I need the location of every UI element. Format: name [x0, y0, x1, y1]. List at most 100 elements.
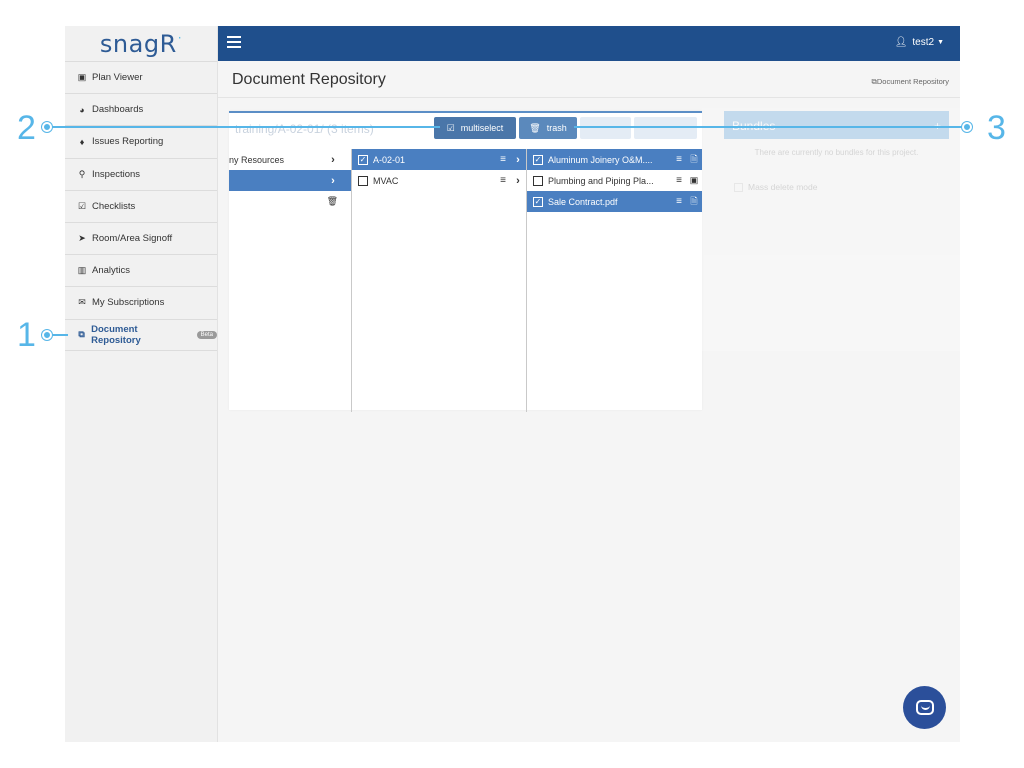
list-item[interactable]: ✓ Sale Contract.pdf ≡ 🗎︎: [527, 191, 702, 212]
trash-icon: 🗑︎: [529, 122, 541, 133]
main-content: Document Repository ⧉Document Repository…: [218, 61, 960, 742]
sidebar-item-label: Inspections: [92, 168, 141, 180]
callout-dot-2: [42, 122, 52, 132]
sidebar: snag R · ▣ Plan Viewer ◕ Dashboards ♦ Issu…: [65, 26, 218, 742]
sidebar-item-document-repository[interactable]: ⧉ Document Repository Beta: [65, 318, 217, 351]
disabled-toolbar-button[interactable]: [580, 117, 631, 139]
add-icon[interactable]: +: [934, 119, 941, 133]
copy-icon: ⧉: [78, 329, 85, 340]
image-file-icon: ▣: [689, 175, 699, 185]
sidebar-item-my-subscriptions[interactable]: ✉ My Subscriptions: [65, 286, 217, 318]
brand-logo[interactable]: snag R ·: [65, 26, 217, 61]
app-window: snag R · ▣ Plan Viewer ◕ Dashboards ♦ Issu…: [65, 26, 960, 742]
multiselect-label: multiselect: [460, 123, 504, 133]
page-title: Document Repository: [232, 71, 386, 88]
chevron-right-icon[interactable]: ›: [325, 175, 341, 187]
pdf-file-icon: 🗎︎: [690, 195, 698, 206]
callout-dot-1: [42, 330, 52, 340]
file-browser: training/A-02-01/ (3 items) ☑ multiselec…: [229, 111, 702, 412]
sidebar-item-label: Dashboards: [92, 104, 144, 116]
pdf-file-icon: 🗎︎: [690, 153, 698, 164]
chevron-right-icon[interactable]: ›: [510, 175, 526, 187]
trash-button[interactable]: 🗑︎ trash: [519, 117, 577, 139]
item-name: Aluminum Joinery O&M....: [548, 154, 653, 165]
menu-icon[interactable]: ≡: [496, 175, 510, 186]
list-item[interactable]: ›: [229, 170, 351, 191]
envelope-icon: ✉: [78, 297, 86, 308]
file-column: ✓ Aluminum Joinery O&M.... ≡ 🗎︎ Plumbing…: [527, 149, 702, 412]
callout-line-2: [46, 126, 440, 128]
chevron-right-icon[interactable]: ›: [510, 154, 526, 166]
delete-row: 🗑︎: [229, 191, 351, 211]
disabled-upload-button[interactable]: [634, 117, 697, 139]
checkbox-unchecked[interactable]: [358, 175, 368, 186]
chevron-right-icon[interactable]: ›: [325, 154, 341, 166]
location-arrow-icon: ➤: [78, 233, 86, 244]
menu-icon[interactable]: ≡: [496, 154, 510, 165]
multiselect-button[interactable]: ☑ multiselect: [434, 117, 516, 139]
callout-dot-3: [962, 122, 972, 132]
bundles-panel: Bundles + There are currently no bundles…: [702, 108, 960, 351]
sidebar-item-room-area-signoff[interactable]: ➤ Room/Area Signoff: [65, 221, 217, 254]
list-item[interactable]: ny Resources ›: [229, 149, 351, 170]
breadcrumb[interactable]: ⧉Document Repository: [872, 77, 949, 87]
map-marker-icon: ♦: [79, 136, 85, 147]
checkbox-checked[interactable]: ✓: [358, 154, 368, 165]
item-name: MVAC: [373, 175, 399, 186]
sidebar-item-analytics[interactable]: ▥ Analytics: [65, 254, 217, 286]
mass-delete-toggle[interactable]: Mass delete mode: [734, 182, 817, 192]
callout-number-1: 1: [17, 316, 36, 354]
menu-icon[interactable]: ≡: [672, 154, 686, 165]
item-name: ny Resources: [229, 154, 285, 165]
brand-accent: R: [159, 29, 177, 58]
hamburger-menu-icon[interactable]: [227, 36, 241, 50]
trash-label: trash: [546, 123, 567, 133]
folder-column-2: ✓ A-02-01 ≡ › MVAC ≡ ›: [352, 149, 527, 412]
checkbox-icon: ☑: [446, 122, 455, 133]
sidebar-item-inspections[interactable]: ⚲ Inspections: [65, 157, 217, 190]
chat-launcher-button[interactable]: [903, 686, 946, 729]
sidebar-item-checklists[interactable]: ☑ Checklists: [65, 189, 217, 222]
item-name: Plumbing and Piping Pla...: [548, 175, 654, 186]
bundles-empty-message: There are currently no bundles for this …: [754, 148, 919, 157]
page-header: Document Repository ⧉Document Repository: [218, 61, 960, 98]
mass-delete-label: Mass delete mode: [748, 182, 818, 192]
callout-number-3: 3: [987, 109, 1006, 147]
checkbox-icon: ☑: [77, 200, 87, 211]
sidebar-item-label: Issues Reporting: [92, 136, 164, 148]
sidebar-item-label: My Subscriptions: [92, 297, 165, 309]
bundles-header[interactable]: Bundles +: [724, 111, 949, 139]
user-menu[interactable]: 👤︎ test2 ▼: [895, 37, 944, 48]
path-toolbar: training/A-02-01/ (3 items) ☑ multiselec…: [229, 113, 702, 147]
list-item[interactable]: ✓ Aluminum Joinery O&M.... ≡ 🗎︎: [527, 149, 702, 170]
sidebar-item-dashboards[interactable]: ◕ Dashboards: [65, 93, 217, 125]
checkbox-checked[interactable]: ✓: [533, 154, 543, 165]
menu-icon[interactable]: ≡: [672, 196, 686, 207]
brand-dot: ·: [177, 30, 183, 45]
sidebar-item-label: Document Repository: [91, 323, 141, 346]
sidebar-item-plan-viewer[interactable]: ▣ Plan Viewer: [65, 61, 217, 93]
top-navbar: 👤︎ test2 ▼: [218, 26, 960, 61]
checkbox-unchecked[interactable]: [533, 175, 543, 186]
menu-icon[interactable]: ≡: [672, 175, 686, 186]
item-name: Sale Contract.pdf: [548, 196, 618, 207]
breadcrumb-label: Document Repository: [876, 77, 949, 86]
beta-badge: Beta: [196, 330, 217, 339]
checkbox-checked[interactable]: ✓: [533, 196, 543, 207]
bar-chart-icon: ▥: [77, 265, 87, 276]
trash-icon[interactable]: 🗑︎: [327, 196, 338, 207]
checkbox-unchecked[interactable]: [734, 182, 743, 192]
sidebar-item-label: Room/Area Signoff: [92, 233, 173, 245]
chat-bubble-icon: [915, 700, 934, 715]
sidebar-item-issues-reporting[interactable]: ♦ Issues Reporting: [65, 125, 217, 157]
user-name: test2: [912, 37, 935, 48]
list-item[interactable]: Plumbing and Piping Pla... ≡ ▣: [527, 170, 702, 191]
current-path: training/A-02-01/ (3 items): [235, 122, 374, 136]
search-icon: ⚲: [78, 168, 86, 179]
list-item[interactable]: ✓ A-02-01 ≡ ›: [352, 149, 526, 170]
callout-line-3: [574, 126, 966, 128]
list-item[interactable]: MVAC ≡ ›: [352, 170, 526, 191]
bundles-title: Bundles: [732, 119, 775, 133]
sidebar-item-label: Analytics: [92, 265, 131, 277]
sidebar-item-label: Checklists: [92, 200, 136, 212]
